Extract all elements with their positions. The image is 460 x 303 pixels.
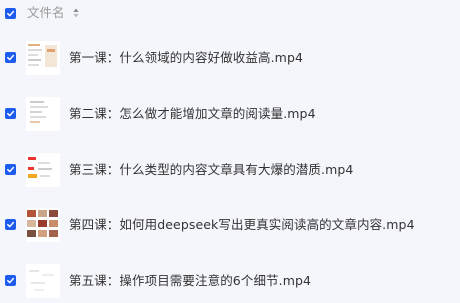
check-icon	[7, 110, 15, 117]
select-all-checkbox[interactable]	[5, 8, 16, 19]
row-checkbox[interactable]	[5, 275, 16, 286]
video-thumbnail	[26, 41, 60, 75]
file-row[interactable]: 第一课：什么领域的内容好做收益高.mp4	[0, 38, 460, 78]
check-icon	[7, 277, 15, 284]
file-name[interactable]: 第四课：如何用deepseek写出更真实阅读高的文章内容.mp4	[69, 217, 415, 233]
row-checkbox[interactable]	[5, 219, 16, 230]
file-name[interactable]: 第三课：什么类型的内容文章具有大爆的潜质.mp4	[69, 162, 353, 178]
sort-icon[interactable]	[73, 8, 79, 18]
check-icon	[7, 166, 15, 173]
file-row[interactable]: 第四课：如何用deepseek写出更真实阅读高的文章内容.mp4	[0, 205, 460, 245]
file-row[interactable]: 第五课：操作项目需要注意的6个细节.mp4	[0, 261, 460, 301]
row-checkbox[interactable]	[5, 52, 16, 63]
file-row[interactable]: 第三课：什么类型的内容文章具有大爆的潜质.mp4	[0, 150, 460, 190]
file-name[interactable]: 第五课：操作项目需要注意的6个细节.mp4	[69, 273, 311, 289]
row-checkbox[interactable]	[5, 164, 16, 175]
row-checkbox[interactable]	[5, 108, 16, 119]
video-thumbnail	[26, 264, 60, 298]
file-name[interactable]: 第二课：怎么做才能增加文章的阅读量.mp4	[69, 106, 316, 122]
check-icon	[7, 221, 15, 228]
column-header-filename[interactable]: 文件名	[27, 6, 65, 20]
video-thumbnail	[26, 208, 60, 242]
check-icon	[7, 10, 15, 17]
check-icon	[7, 54, 15, 61]
file-name[interactable]: 第一课：什么领域的内容好做收益高.mp4	[69, 50, 303, 66]
video-thumbnail	[26, 153, 60, 187]
file-row[interactable]: 第二课：怎么做才能增加文章的阅读量.mp4	[0, 94, 460, 134]
video-thumbnail	[26, 97, 60, 131]
file-list-header: 文件名	[0, 0, 460, 26]
